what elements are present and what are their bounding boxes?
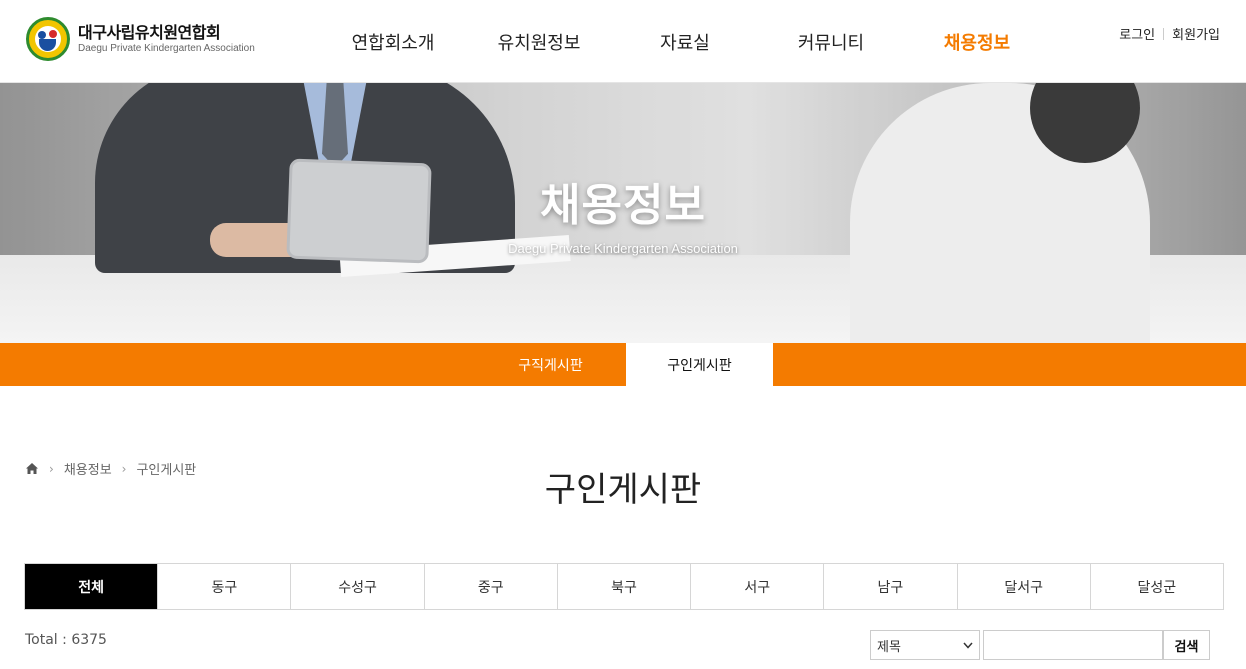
tab-suseong-gu[interactable]: 수성구 [290,564,423,609]
hero-banner: 채용정보 Daegu Private Kindergarten Associat… [0,83,1246,343]
nav-item-recruitment[interactable]: 채용정보 [904,0,1050,83]
page-title: 구인게시판 [544,470,702,510]
subnav-item-job-seeking[interactable]: 구직게시판 [477,343,624,386]
total-count: Total : 6375 [25,632,107,648]
tab-jung-gu[interactable]: 중구 [423,564,557,609]
tab-seo-gu[interactable]: 서구 [690,564,823,609]
tab-dalseong-gun[interactable]: 달성군 [1089,564,1223,609]
search-bar: 제목 검색 [870,630,1210,660]
login-link[interactable]: 로그인 [1119,24,1155,43]
subnav-item-job-offering[interactable]: 구인게시판 [626,343,773,386]
tab-nam-gu[interactable]: 남구 [823,564,956,609]
chevron-down-icon [963,642,973,649]
hero-subtitle: Daegu Private Kindergarten Association [508,241,738,256]
sub-nav: 구직게시판 구인게시판 [0,343,1246,386]
search-field-select[interactable]: 제목 [870,630,980,660]
site-header: 대구사립유치원연합회 Daegu Private Kindergarten As… [0,0,1246,83]
tab-buk-gu[interactable]: 북구 [556,564,690,609]
nav-item-kindergarten-info[interactable]: 유치원정보 [466,0,612,83]
nav-item-resources[interactable]: 자료실 [612,0,758,83]
logo-title: 대구사립유치원연합회 [78,23,221,42]
hero-title: 채용정보 [540,180,706,231]
main-nav: 연합회소개 유치원정보 자료실 커뮤니티 채용정보 [320,0,1050,83]
search-select-value: 제목 [877,639,901,655]
util-divider [1163,27,1165,40]
logo-emblem-icon [26,17,70,61]
signup-link[interactable]: 회원가입 [1172,24,1220,43]
search-button[interactable]: 검색 [1163,630,1210,660]
tab-all[interactable]: 전체 [25,564,158,609]
site-logo[interactable]: 대구사립유치원연합회 Daegu Private Kindergarten As… [26,17,255,61]
util-links: 로그인 회원가입 [1119,24,1220,43]
search-input[interactable] [983,630,1163,660]
nav-item-community[interactable]: 커뮤니티 [758,0,904,83]
logo-subtitle: Daegu Private Kindergarten Association [78,43,255,54]
nav-item-association[interactable]: 연합회소개 [320,0,466,83]
tab-dong-gu[interactable]: 동구 [157,564,290,609]
region-tabs: 전체 동구 수성구 중구 북구 서구 남구 달서구 달성군 [24,563,1224,610]
tab-dalseo-gu[interactable]: 달서구 [956,564,1090,609]
